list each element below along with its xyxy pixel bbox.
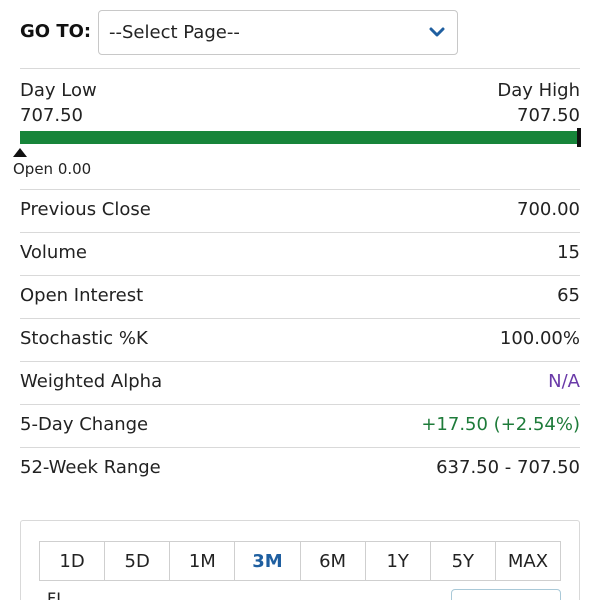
period-tab-5y[interactable]: 5Y <box>430 542 496 580</box>
stat-value: 637.50 - 707.50 <box>436 457 580 478</box>
page-select-value: --Select Page-- <box>109 22 240 43</box>
stat-label: 5-Day Change <box>20 414 149 435</box>
day-high-label: Day High <box>497 80 580 101</box>
day-range-end-marker <box>577 128 581 147</box>
stat-label: Previous Close <box>20 199 151 220</box>
stat-label: Stochastic %K <box>20 328 148 349</box>
period-tab-6m[interactable]: 6M <box>300 542 366 580</box>
stat-value: 65 <box>557 285 580 306</box>
page-select[interactable]: --Select Page-- <box>98 10 458 55</box>
stat-value: 15 <box>557 242 580 263</box>
stat-label: Open Interest <box>20 285 144 306</box>
stat-row-open-interest: Open Interest 65 <box>20 276 580 319</box>
stat-value: 700.00 <box>517 199 580 220</box>
stat-row-stochastic-k: Stochastic %K 100.00% <box>20 319 580 362</box>
stat-row-volume: Volume 15 <box>20 233 580 276</box>
stat-row-5-day-change: 5-Day Change +17.50 (+2.54%) <box>20 405 580 448</box>
stat-value: 100.00% <box>499 328 580 349</box>
chevron-down-icon <box>429 27 445 37</box>
stat-label: Weighted Alpha <box>20 371 163 392</box>
stat-value: +17.50 (+2.54%) <box>421 414 580 435</box>
stat-row-52-week-range: 52-Week Range 637.50 - 707.50 <box>20 448 580 491</box>
stat-label: 52-Week Range <box>20 457 161 478</box>
period-tab-1y[interactable]: 1Y <box>365 542 431 580</box>
stat-value: N/A <box>548 371 580 392</box>
goto-label: GO TO: <box>20 21 92 42</box>
open-marker-icon <box>13 148 27 157</box>
day-high-value: 707.50 <box>517 105 580 126</box>
goto-row: GO TO: --Select Page-- <box>20 10 458 55</box>
period-tab-max[interactable]: MAX <box>495 542 560 580</box>
stat-row-previous-close: Previous Close 700.00 <box>20 190 580 233</box>
period-tab-5d[interactable]: 5D <box>105 542 171 580</box>
day-range-bar <box>20 131 580 144</box>
stat-row-weighted-alpha: Weighted Alpha N/A <box>20 362 580 405</box>
divider <box>20 68 580 69</box>
stat-label: Volume <box>20 242 87 263</box>
period-tab-1m[interactable]: 1M <box>170 542 236 580</box>
period-tabs: 1D 5D 1M 3M 6M 1Y 5Y MAX <box>39 541 561 581</box>
day-low-value: 707.50 <box>20 105 83 126</box>
open-label: Open 0.00 <box>13 160 92 178</box>
period-tab-3m[interactable]: 3M <box>235 542 301 580</box>
day-low-label: Day Low <box>20 80 97 101</box>
period-tab-1d[interactable]: 1D <box>40 542 106 580</box>
card-partial-text: FL <box>47 589 66 600</box>
chart-period-card: 1D 5D 1M 3M 6M 1Y 5Y MAX FL <box>20 520 580 600</box>
card-partial-control[interactable] <box>451 589 561 600</box>
